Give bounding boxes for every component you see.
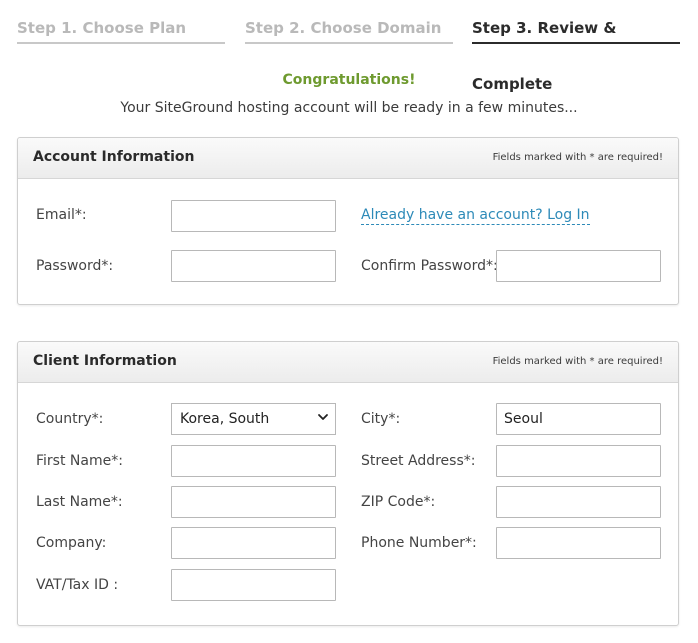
phone-number-label: Phone Number*: — [361, 535, 477, 551]
confirm-password-field[interactable] — [496, 250, 661, 282]
account-information-panel: Account Information Fields marked with *… — [17, 137, 679, 305]
account-panel-title: Account Information — [33, 149, 195, 165]
required-fields-note: Fields marked with * are required! — [492, 356, 663, 367]
confirm-password-label: Confirm Password*: — [361, 258, 498, 274]
first-name-label: First Name*: — [36, 453, 123, 469]
congrats-title: Congratulations! — [282, 72, 416, 88]
city-label: City*: — [361, 411, 401, 427]
chevron-down-icon — [318, 414, 328, 420]
email-label: Email*: — [36, 207, 87, 223]
step-choose-plan[interactable]: Step 1. Choose Plan — [17, 0, 225, 44]
country-select[interactable]: Korea, South — [171, 403, 336, 435]
country-select-value: Korea, South — [180, 411, 270, 427]
congrats-subtitle: Your SiteGround hosting account will be … — [120, 100, 578, 116]
password-field[interactable] — [171, 250, 336, 282]
password-label: Password*: — [36, 258, 114, 274]
client-panel-header: Client Information Fields marked with * … — [18, 342, 678, 383]
client-panel-title: Client Information — [33, 353, 177, 369]
zip-code-field[interactable] — [496, 486, 661, 518]
phone-number-field[interactable] — [496, 527, 661, 559]
country-label: Country*: — [36, 411, 104, 427]
signup-page: Step 1. Choose Plan Step 2. Choose Domai… — [0, 0, 698, 643]
login-link[interactable]: Already have an account? Log In — [361, 207, 590, 225]
street-address-label: Street Address*: — [361, 453, 476, 469]
company-field[interactable] — [171, 527, 336, 559]
step-choose-domain[interactable]: Step 2. Choose Domain — [245, 0, 453, 44]
step-progress: Step 1. Choose Plan Step 2. Choose Domai… — [17, 0, 680, 93]
vat-tax-id-field[interactable] — [171, 569, 336, 601]
company-label: Company: — [36, 535, 107, 551]
zip-code-label: ZIP Code*: — [361, 494, 436, 510]
step-review-complete[interactable]: Step 3. Review & Complete — [472, 0, 680, 93]
client-information-panel: Client Information Fields marked with * … — [17, 341, 679, 626]
street-address-field[interactable] — [496, 445, 661, 477]
account-panel-header: Account Information Fields marked with *… — [18, 138, 678, 179]
email-field[interactable] — [171, 200, 336, 232]
vat-tax-id-label: VAT/Tax ID : — [36, 577, 119, 593]
first-name-field[interactable] — [171, 445, 336, 477]
city-field[interactable] — [496, 403, 661, 435]
last-name-field[interactable] — [171, 486, 336, 518]
last-name-label: Last Name*: — [36, 494, 123, 510]
required-fields-note: Fields marked with * are required! — [492, 152, 663, 163]
